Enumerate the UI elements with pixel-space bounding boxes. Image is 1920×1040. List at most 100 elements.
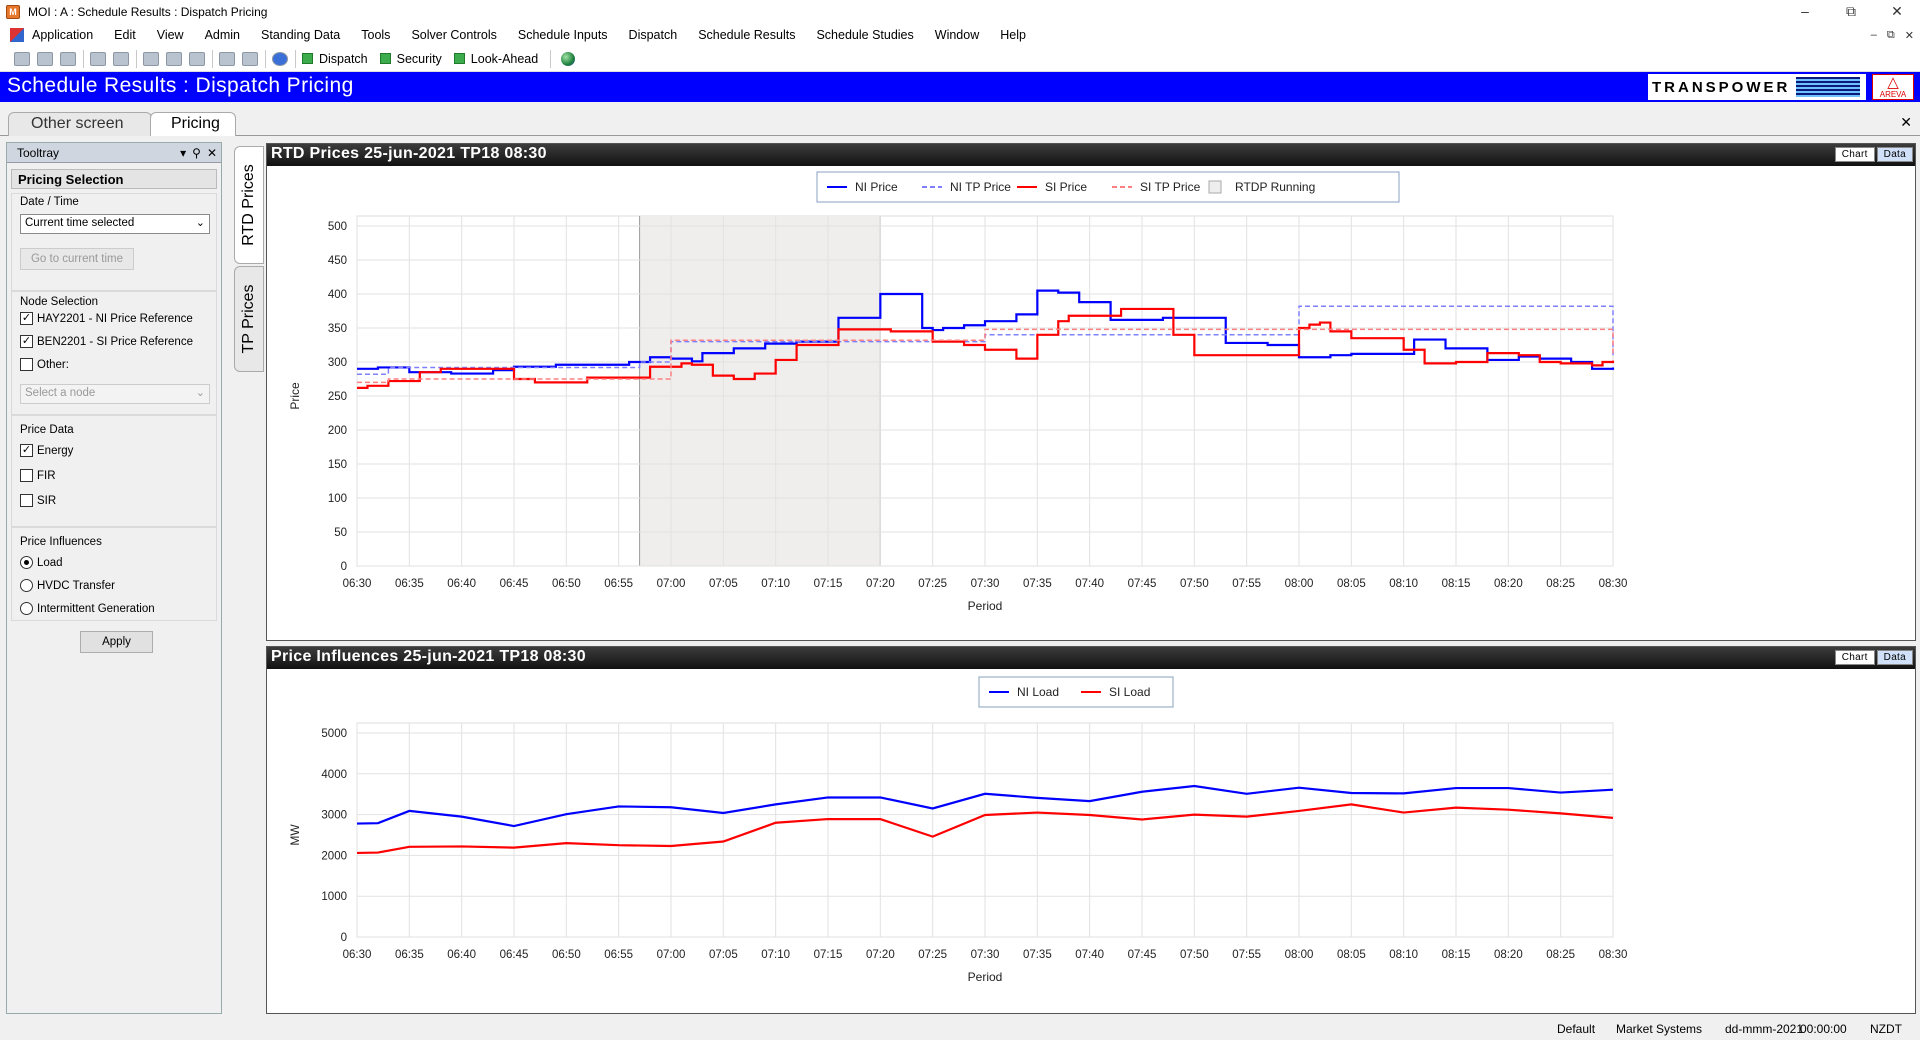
menu-dispatch[interactable]: Dispatch: [629, 28, 678, 42]
menu-bar: Application Edit View Admin Standing Dat…: [0, 24, 1920, 46]
rtd-prices-title: RTD Prices 25-jun-2021 TP18 08:30 Chart …: [267, 144, 1915, 166]
node-hay2201-checkbox[interactable]: ✓ HAY2201 - NI Price Reference: [20, 312, 193, 325]
help-icon[interactable]: [272, 51, 288, 66]
mdi-system-icon[interactable]: [10, 28, 24, 42]
intermittent-generation-radio[interactable]: Intermittent Generation: [20, 602, 155, 615]
x-tick-label: 07:00: [657, 949, 686, 961]
tooltray: Tooltray ▾ ⚲ ✕ Pricing Selection Date / …: [6, 142, 222, 1014]
x-tick-label: 07:55: [1232, 949, 1261, 961]
checkbox-checked-icon: ✓: [20, 444, 33, 457]
x-tick-label: 08:05: [1337, 578, 1366, 590]
security-button[interactable]: Security: [379, 52, 442, 66]
x-tick-label: 08:10: [1389, 949, 1418, 961]
dispatch-button[interactable]: Dispatch: [302, 52, 368, 66]
lookahead-button[interactable]: Look-Ahead: [453, 52, 538, 66]
node-select[interactable]: Select a node ⌄: [20, 384, 210, 404]
data-button[interactable]: Data: [1876, 147, 1913, 162]
tooltray-title: Tooltray: [17, 145, 60, 160]
energy-checkbox[interactable]: ✓ Energy: [20, 444, 73, 457]
pin-icon[interactable]: ⚲: [192, 146, 201, 160]
grid-icon[interactable]: [242, 51, 258, 66]
document-icon[interactable]: [37, 51, 53, 66]
close-icon[interactable]: ✕: [1874, 0, 1920, 24]
tab-rtd-prices[interactable]: RTD Prices: [234, 146, 264, 264]
chart-button[interactable]: Chart: [1834, 147, 1875, 162]
menu-schedule-results[interactable]: Schedule Results: [698, 28, 795, 42]
load-radio[interactable]: Load: [20, 556, 63, 569]
tab-other-screen[interactable]: Other screen: [8, 112, 152, 136]
rtd-prices-chart: 0 50 100 150 200 250 300 350 400 450 500 06:30 06:35…: [267, 166, 1915, 640]
checkbox-icon: [20, 358, 33, 371]
app-icon: M: [6, 5, 20, 19]
dropdown-icon[interactable]: ▾: [180, 146, 186, 160]
close-tab-icon[interactable]: ✕: [1900, 114, 1912, 131]
open-icon[interactable]: [60, 51, 76, 66]
tab-tp-prices[interactable]: TP Prices: [234, 266, 264, 372]
x-axis-label: Period: [968, 599, 1003, 613]
node-selection-group: Node Selection ✓ HAY2201 - NI Price Refer…: [11, 291, 217, 415]
menu-tools[interactable]: Tools: [361, 28, 390, 42]
apply-button[interactable]: Apply: [80, 631, 153, 653]
x-tick-label: 06:45: [500, 949, 529, 961]
x-tick-label: 08:15: [1442, 949, 1471, 961]
print-preview-icon[interactable]: [113, 51, 129, 66]
mdi-controls: – ⧉ ✕: [1871, 24, 1914, 46]
menu-schedule-studies[interactable]: Schedule Studies: [816, 28, 913, 42]
tab-pricing[interactable]: Pricing: [150, 112, 236, 136]
price-data-label: Price Data: [20, 424, 74, 436]
x-tick-label: 07:45: [1128, 578, 1157, 590]
minimize-icon[interactable]: –: [1782, 0, 1828, 24]
go-to-current-time-button[interactable]: Go to current time: [20, 248, 134, 270]
security-icon: [379, 53, 391, 64]
save-icon[interactable]: [14, 51, 30, 66]
transpower-logo: TRANSPOWER: [1648, 74, 1866, 100]
paste-icon[interactable]: [189, 51, 205, 66]
copy-icon[interactable]: [166, 51, 182, 66]
x-tick-label: 08:25: [1546, 578, 1575, 590]
mdi-close-icon[interactable]: ✕: [1905, 29, 1914, 42]
chart-button[interactable]: Chart: [1834, 650, 1875, 665]
mdi-minimize-icon[interactable]: –: [1871, 29, 1877, 41]
y-tick-label: 0: [341, 932, 347, 944]
sir-checkbox[interactable]: SIR: [20, 494, 56, 507]
y-tick-label: 50: [334, 527, 347, 539]
menu-edit[interactable]: Edit: [114, 28, 136, 42]
legend-label: NI Price: [855, 180, 898, 194]
fir-checkbox[interactable]: FIR: [20, 469, 56, 482]
mdi-restore-icon[interactable]: ⧉: [1887, 29, 1895, 42]
checkbox-icon: [20, 494, 33, 507]
datetime-select[interactable]: Current time selected ⌄: [20, 214, 210, 234]
node-ben2201-checkbox[interactable]: ✓ BEN2201 - SI Price Reference: [20, 335, 193, 348]
menu-solver-controls[interactable]: Solver Controls: [411, 28, 496, 42]
window-title: MOI : A : Schedule Results : Dispatch Pr…: [28, 5, 268, 19]
menu-schedule-inputs[interactable]: Schedule Inputs: [518, 28, 608, 42]
globe-icon[interactable]: [561, 51, 576, 66]
print-icon[interactable]: [90, 51, 106, 66]
layout-icon[interactable]: [219, 51, 235, 66]
hvdc-transfer-radio[interactable]: HVDC Transfer: [20, 579, 115, 592]
datetime-group: Date / Time Current time selected ⌄ Go t…: [11, 193, 217, 291]
x-tick-label: 06:50: [552, 578, 581, 590]
x-tick-label: 07:20: [866, 949, 895, 961]
chevron-down-icon: ⌄: [195, 217, 205, 229]
cut-icon[interactable]: [143, 51, 159, 66]
x-tick-label: 07:30: [971, 949, 1000, 961]
x-tick-label: 06:55: [604, 949, 633, 961]
menu-view[interactable]: View: [157, 28, 184, 42]
x-tick-label: 07:45: [1128, 949, 1157, 961]
x-tick-label: 07:05: [709, 578, 738, 590]
tooltray-close-icon[interactable]: ✕: [207, 146, 217, 160]
status-profile: Default: [1557, 1022, 1596, 1036]
node-other-checkbox[interactable]: Other:: [20, 358, 69, 371]
restore-icon[interactable]: ⧉: [1828, 0, 1874, 24]
menu-admin[interactable]: Admin: [205, 28, 240, 42]
data-button[interactable]: Data: [1876, 650, 1913, 665]
y-tick-label: 4000: [321, 769, 347, 781]
menu-standing-data[interactable]: Standing Data: [261, 28, 340, 42]
legend-label: NI TP Price: [950, 180, 1011, 194]
menu-window[interactable]: Window: [935, 28, 979, 42]
status-market: Market Systems: [1616, 1022, 1703, 1036]
menu-help[interactable]: Help: [1000, 28, 1026, 42]
menu-application[interactable]: Application: [32, 28, 93, 42]
toolbar-separator: [212, 49, 213, 68]
